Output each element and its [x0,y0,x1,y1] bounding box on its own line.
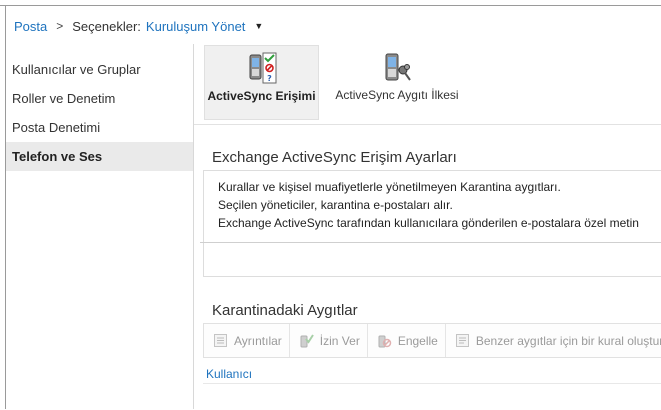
main-content: Exchange ActiveSync Erişim Ayarları Kura… [200,125,661,409]
breadcrumb-options-label: Seçenekler: [72,18,141,34]
details-label: Ayrıntılar [234,333,282,348]
section-divider [200,242,661,243]
phone-access-icon: ? [249,52,276,84]
create-rule-label: Benzer aygıtlar için bir kural oluştur [475,333,661,348]
svg-text:?: ? [267,74,272,83]
block-button[interactable]: Engelle [368,324,446,357]
details-icon [214,334,227,347]
left-nav: Kullanıcılar ve Gruplar Roller ve Deneti… [6,55,193,171]
nav-item-phone-voice[interactable]: Telefon ve Ses [6,142,193,171]
allow-label: İzin Ver [319,333,360,348]
nav-item-users-groups[interactable]: Kullanıcılar ve Gruplar [6,55,193,84]
quarantined-devices-list[interactable] [203,383,661,410]
nav-item-roles-auditing[interactable]: Roller ve Denetim [6,84,193,113]
allow-button[interactable]: İzin Ver [290,324,368,357]
tab-label: ActiveSync Aygıtı İlkesi [335,88,459,102]
details-button[interactable]: Ayrıntılar [204,324,290,357]
block-label: Engelle [397,333,438,348]
nav-divider [193,44,194,409]
tab-activesync-device-policy[interactable]: ActiveSync Aygıtı İlkesi [325,45,469,120]
breadcrumb: Posta > Seçenekler: Kuruluşum Yönet ▼ [14,17,263,35]
window-top-border [0,5,661,6]
quarantined-devices-title: Karantinadaki Aygıtlar [212,302,358,319]
quarantine-toolbar: Ayrıntılar İzin Ver Engelle Benzer aygıt… [203,323,661,358]
access-settings-title: Exchange ActiveSync Erişim Ayarları [212,149,457,166]
phone-allow-icon [300,334,314,348]
nav-item-mail-control[interactable]: Posta Denetimi [6,113,193,142]
settings-line-admins: Seçilen yöneticiler, karantina e-postala… [218,198,453,212]
rule-icon [455,334,469,347]
breadcrumb-mail-link[interactable]: Posta [14,19,47,34]
tab-activesync-access[interactable]: ? ActiveSync Erişimi [204,45,319,120]
tab-label: ActiveSync Erişimi [207,89,316,103]
phone-policy-icon [385,53,411,81]
tab-bar: ? ActiveSync Erişimi ActiveSync Aygıtı İ… [204,45,469,120]
breadcrumb-separator: > [56,19,64,33]
settings-line-custom-text: Exchange ActiveSync tarafından kullanıcı… [218,216,639,230]
column-header-user[interactable]: Kullanıcı [206,367,252,381]
access-settings-box[interactable]: Kurallar ve kişisel muafiyetlerle yöneti… [203,170,661,277]
breadcrumb-manage-organization-link[interactable]: Kuruluşum Yönet [146,19,246,34]
settings-line-quarantine: Kurallar ve kişisel muafiyetlerle yöneti… [218,180,561,194]
phone-block-icon [378,335,392,348]
chevron-down-icon[interactable]: ▼ [254,21,263,31]
create-rule-button[interactable]: Benzer aygıtlar için bir kural oluştur [446,324,661,357]
